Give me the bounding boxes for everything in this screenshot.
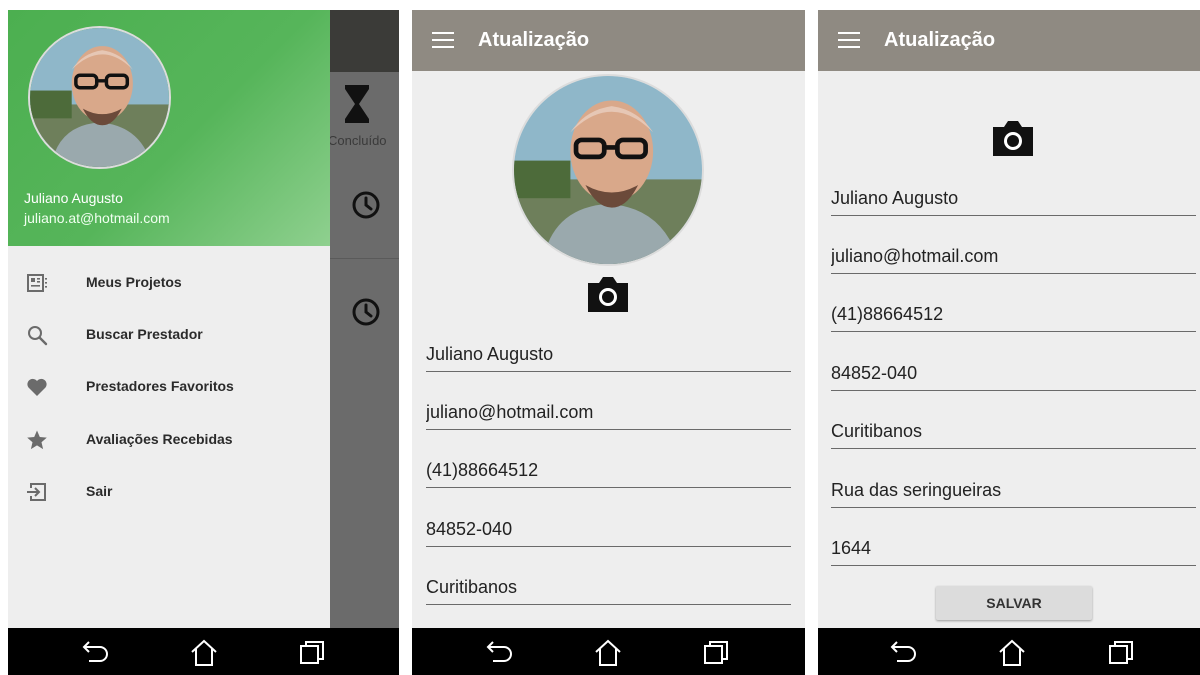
- email-input[interactable]: [426, 396, 791, 428]
- hamburger-menu-icon[interactable]: [838, 31, 860, 49]
- app-bar: Atualização: [818, 10, 1200, 71]
- navigation-drawer: Juliano Augusto juliano.at@hotmail.com M…: [8, 10, 330, 628]
- menu-item-label: Meus Projetos: [86, 274, 182, 290]
- menu-item-meus-projetos[interactable]: Meus Projetos: [8, 260, 330, 306]
- hamburger-menu-icon[interactable]: [432, 31, 454, 49]
- back-icon[interactable]: [888, 638, 920, 668]
- menu-item-label: Sair: [86, 483, 113, 499]
- city-input[interactable]: [831, 415, 1196, 447]
- camera-icon[interactable]: [990, 118, 1036, 158]
- phone-input[interactable]: [831, 298, 1196, 330]
- page-title: Atualização: [478, 29, 590, 51]
- menu-item-label: Buscar Prestador: [86, 326, 203, 342]
- clock-icon: [351, 297, 381, 327]
- update-screen-scrolled: Atualização SALVAR: [818, 10, 1200, 675]
- home-icon[interactable]: [188, 638, 220, 668]
- avatar[interactable]: [28, 26, 171, 169]
- back-icon[interactable]: [80, 638, 112, 668]
- name-field[interactable]: [831, 182, 1196, 216]
- page-title: Atualização: [884, 29, 996, 51]
- menu-item-buscar-prestador[interactable]: Buscar Prestador: [8, 312, 330, 358]
- cep-input[interactable]: [426, 513, 791, 545]
- background-divider: [330, 258, 399, 259]
- menu-item-prestadores-favoritos[interactable]: Prestadores Favoritos: [8, 364, 330, 410]
- navigation-bar: [412, 628, 805, 675]
- cep-field[interactable]: [831, 357, 1196, 391]
- drawer-user-name: Juliano Augusto: [24, 190, 123, 206]
- menu-item-sair[interactable]: Sair: [8, 469, 330, 515]
- star-icon: [26, 429, 48, 451]
- city-field[interactable]: [831, 415, 1196, 449]
- avatar[interactable]: [512, 74, 704, 266]
- hourglass-icon: [344, 84, 370, 124]
- background-toolbar: [330, 10, 399, 72]
- menu-item-label: Prestadores Favoritos: [86, 378, 234, 394]
- background-status-label: Concluído: [328, 133, 387, 148]
- number-field[interactable]: [831, 532, 1196, 566]
- phone-field[interactable]: [831, 298, 1196, 332]
- exit-icon: [26, 481, 48, 503]
- street-input[interactable]: [831, 474, 1196, 506]
- menu-item-avaliacoes-recebidas[interactable]: Avaliações Recebidas: [8, 417, 330, 463]
- save-button[interactable]: SALVAR: [936, 586, 1092, 620]
- cep-input[interactable]: [831, 357, 1196, 389]
- heart-icon: [26, 376, 48, 398]
- projects-icon: [26, 272, 48, 294]
- cep-field[interactable]: [426, 513, 791, 547]
- drawer-user-email: juliano.at@hotmail.com: [24, 210, 170, 226]
- name-input[interactable]: [831, 182, 1196, 214]
- email-input[interactable]: [831, 240, 1196, 272]
- city-input[interactable]: [426, 571, 791, 603]
- drawer-header: Juliano Augusto juliano.at@hotmail.com: [8, 10, 330, 246]
- clock-icon: [351, 190, 381, 220]
- camera-icon[interactable]: [585, 274, 631, 314]
- search-icon: [26, 324, 48, 346]
- email-field[interactable]: [426, 396, 791, 430]
- name-field[interactable]: [426, 338, 791, 372]
- recents-icon[interactable]: [1106, 638, 1138, 668]
- street-field[interactable]: [831, 474, 1196, 508]
- home-icon[interactable]: [592, 638, 624, 668]
- navigation-bar: [8, 628, 399, 675]
- number-input[interactable]: [831, 532, 1196, 564]
- recents-icon[interactable]: [297, 638, 329, 668]
- phone-field[interactable]: [426, 454, 791, 488]
- app-bar: Atualização: [412, 10, 805, 71]
- email-field[interactable]: [831, 240, 1196, 274]
- navigation-bar: [818, 628, 1200, 675]
- drawer-screen: Concluído Juliano Augusto juliano.at@hot…: [8, 10, 399, 675]
- name-input[interactable]: [426, 338, 791, 370]
- update-screen: Atualização: [412, 10, 805, 675]
- menu-item-label: Avaliações Recebidas: [86, 431, 233, 447]
- recents-icon[interactable]: [701, 638, 733, 668]
- phone-input[interactable]: [426, 454, 791, 486]
- home-icon[interactable]: [996, 638, 1028, 668]
- back-icon[interactable]: [484, 638, 516, 668]
- city-field[interactable]: [426, 571, 791, 605]
